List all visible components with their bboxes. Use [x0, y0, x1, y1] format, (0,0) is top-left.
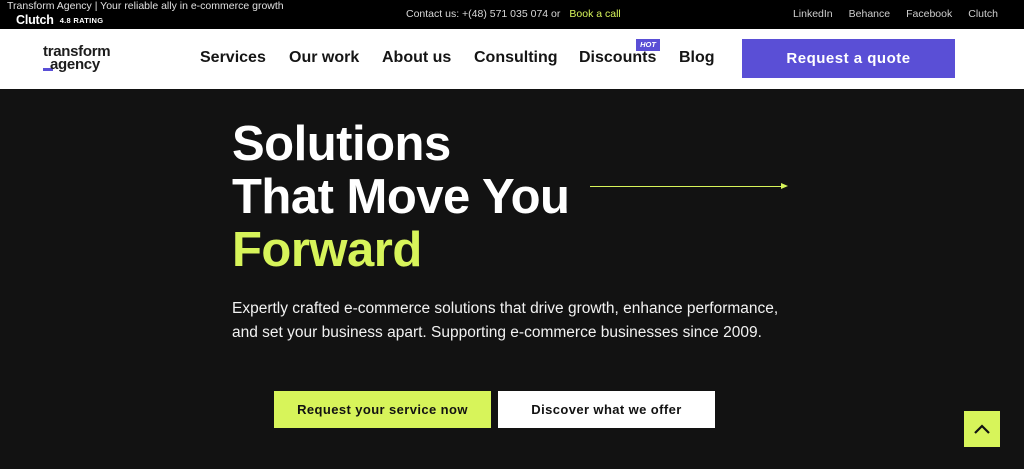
- hero-title: Solutions That Move You Forward: [232, 117, 570, 277]
- main-navigation: transform agency Services Our work About…: [0, 29, 1024, 89]
- clutch-rating-text: 4.8 RATING: [59, 15, 104, 25]
- hero-description: Expertly crafted e-commerce solutions th…: [232, 300, 779, 341]
- social-link-facebook[interactable]: Facebook: [906, 8, 952, 20]
- clutch-rating-widget[interactable]: Clutch 4.8 RATING: [16, 13, 103, 27]
- request-quote-button[interactable]: Request a quote: [742, 39, 955, 78]
- nav-item-about-us[interactable]: About us: [382, 49, 451, 67]
- social-link-linkedin[interactable]: LinkedIn: [793, 8, 833, 20]
- hero-title-line-3: Forward: [232, 223, 422, 277]
- discover-offer-button[interactable]: Discover what we offer: [498, 391, 715, 428]
- chevron-up-icon: [974, 424, 990, 434]
- clutch-logo: Clutch: [16, 13, 54, 27]
- nav-item-blog[interactable]: Blog: [679, 49, 715, 67]
- social-link-clutch[interactable]: Clutch: [968, 8, 998, 20]
- social-links: LinkedIn Behance Facebook Clutch: [793, 8, 998, 20]
- decorative-arrow-line: [590, 186, 786, 187]
- site-logo[interactable]: transform agency: [43, 44, 123, 74]
- arrow-right-icon: [781, 183, 788, 189]
- top-bar: Transform Agency | Your reliable ally in…: [0, 0, 1024, 29]
- hero-title-line-1: Solutions: [232, 117, 451, 171]
- nav-item-consulting[interactable]: Consulting: [474, 49, 558, 67]
- logo-text-agency: agency: [50, 56, 100, 73]
- contact-info: Contact us: +(48) 571 035 074 or Book a c…: [406, 8, 621, 20]
- social-link-behance[interactable]: Behance: [849, 8, 890, 20]
- nav-item-services[interactable]: Services: [200, 49, 266, 67]
- request-service-button[interactable]: Request your service now: [274, 391, 491, 428]
- nav-item-discounts[interactable]: Discounts: [579, 49, 656, 67]
- hero-title-line-2: That Move You: [232, 170, 570, 224]
- tagline: Transform Agency | Your reliable ally in…: [7, 0, 284, 12]
- scroll-to-top-button[interactable]: [964, 411, 1000, 447]
- hot-badge: HOT: [636, 39, 660, 51]
- nav-item-our-work[interactable]: Our work: [289, 49, 359, 67]
- book-call-link[interactable]: Book a call: [569, 8, 620, 20]
- contact-phone-text[interactable]: Contact us: +(48) 571 035 074 or: [406, 8, 560, 20]
